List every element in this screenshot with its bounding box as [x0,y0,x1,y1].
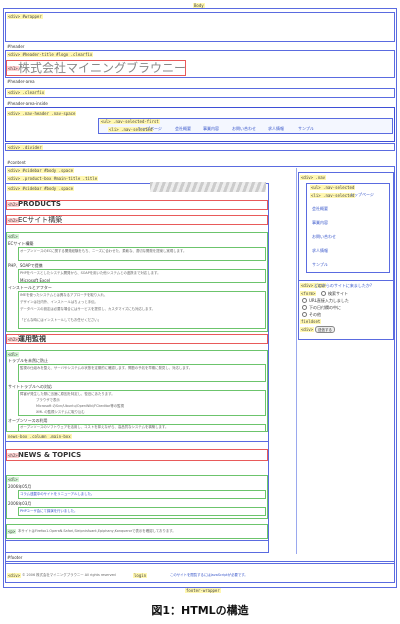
nav-item-2[interactable]: 事業内容 [203,126,219,132]
main-div-label: <div> .product-box #main-title .title [7,176,99,181]
footer-note: このサイトを閲覧するにはJavaScriptが必要です。 [170,573,248,577]
content-div-label: <div> #sidebar #body .space [7,168,75,173]
radio-label-2: 下の日付欄の中に [309,305,341,310]
dd-3: IMEを使ったシステムとは異なるアプローチを取り入れ、 [20,293,108,297]
dd-5c: Microsoft のSvn/Ubuntu/OpenWiki/FCkeditor… [36,404,124,408]
dt-6: オープンソースの利用 [8,418,48,423]
radio-label-0: 検索サイト [328,291,348,296]
global-nav-label: #header-area-inside [7,101,48,106]
radio-label-1: URL直接入力しました [309,298,349,303]
ec-heading: ECサイト構築 [18,216,63,224]
nav-item-1[interactable]: 会社概要 [175,126,191,132]
header-inner-label: <div> #header-title #logo .clearfix [7,52,94,57]
news-item-2[interactable]: PHPユーザ会にて講演を行いました。 [20,509,77,513]
nav-item-3[interactable]: お問い合わせ [232,126,256,132]
news-date-1: 2006年05月 [8,484,32,489]
sidebar-div-label: <div> .nav [300,175,327,180]
sec2-heading: 運用監視 [18,335,46,343]
header-label: #header [7,44,25,49]
radio-3[interactable] [302,312,307,317]
submit-button[interactable]: 送信する [315,326,335,333]
products-h2-label: <h2> [7,202,19,207]
sidebar-item-4[interactable]: 求人情報 [312,248,328,254]
sidebar-rule [296,168,297,554]
dt-4: トラブルを未然に防止 [8,358,48,363]
radio-1[interactable] [302,298,307,303]
footer-div-label: <div> [7,573,22,578]
sidebar-item-2[interactable]: 事業内容 [312,220,328,226]
sidebar-ul-label: <ul> .nav-selected [310,185,356,190]
news-date-2: 2006年03月 [8,501,32,506]
dd-3b: デザインは社内外、インストールはちょっと手伝。 [20,300,98,304]
clearfix-label: <div> .clearfix [7,90,46,95]
dd-3d: 「どんな時にはインストールしてもお任せください」 [20,318,102,322]
ec-h2-label: <h2> [7,218,19,223]
divider-label: <div> .divider [7,145,43,150]
dl-label-2: <dl> [7,352,19,357]
nav-ul-label: <ul> .nav-selected-first [100,119,160,124]
dd-4: 監視の仕組みを整え、サーバやシステムの状態を定期的に確認します。問題の予兆を早期… [20,366,193,370]
footer-box [5,561,395,583]
news-dl-label: <dl> [7,477,19,482]
dd-5: 障害が発生した際に迅速に原因を特定し、復旧にあたります。 [20,392,115,396]
radio-2[interactable] [302,305,307,310]
radio-0[interactable] [321,291,326,296]
dd-3c: データベースの設定は必要な場合にはサービスを提供し、カスタマイズにも対応します。 [20,307,156,311]
news-heading: NEWS & TOPICS [18,451,82,459]
sidebar-item-5[interactable]: サンプル [312,262,328,268]
fieldset-tag: fieldset [300,319,322,324]
content-label: #content [7,160,26,165]
footer-label: #footer [7,555,23,560]
divider-box [5,143,395,151]
dl-label-1: <dl> [7,234,19,239]
nav-div-label: <div> .nav-header .nav-space [7,111,77,116]
dd-5d: XML の監視システムに取り込む [36,410,85,414]
products-heading: PRODUCTS [18,200,61,208]
submit-div-label: <div> [300,327,315,332]
dt-5: サイトトラブルへの対応 [8,384,52,389]
dd-5b: ブラウザで表示 [36,398,60,402]
form-question: どこからのサイトに来ましたか? [314,283,373,288]
nav-item-5[interactable]: サンプル [298,126,314,132]
sec2-h2-label: <h2> [7,337,19,342]
wrapper-box [5,12,395,42]
sidebar-item-1[interactable]: 会社概要 [312,206,328,212]
news-h2-label: <h2> [7,453,19,458]
sidebar-li-label: <li> .nav-selected [310,193,356,198]
dd-2: PHPをベースとしたシステム開発から、SOAPを用いた他システムとの連携まで対応… [20,271,161,275]
wrapper-label: <div> #wrapper [7,14,43,19]
clearfix-box [5,88,395,98]
dd-2b: Microsoft Excel [20,278,51,283]
footer-wrap-label: footer-wrapper [185,588,221,593]
tested-p-label: <p> [7,529,17,534]
news-label: news-box .column .main-box [7,434,72,439]
logo-h1-label: <h1> [7,66,19,71]
body-label: Body [193,3,205,8]
footer-copyright: © 2006 株式会社マイニングブラウニー All rights reserve… [22,573,116,577]
figure-caption: 図1：HTMLの構造 [151,604,249,617]
company-logo: 株式会社マイニングブラウニー [18,61,187,75]
sidebar-item-0[interactable]: トップページ [350,192,374,198]
dd-6: オープンソースのソフトウェアを活用し、コストを抑えながら、高品質なシステムを構築… [20,425,169,429]
header-image [150,182,266,192]
news-item-1[interactable]: コラム連載中のサイトをリニューアルしました。 [20,492,94,496]
footer-login[interactable]: login [133,573,148,578]
fieldset-label: <form> [300,291,317,296]
radio-label-3: その他 [309,312,321,317]
dt-2: PHP、SOAPで提携 [8,263,43,268]
header-area-label: #header-area [7,79,35,84]
nav-item-0[interactable]: トップページ [138,126,162,132]
nav-item-4[interactable]: 求人情報 [268,126,284,132]
tested-text: 本サイトはFirefox1.OperaN.Safari,SleipnirAvan… [18,529,176,533]
dt-3: インストールとアフター [8,285,52,290]
dd-1: オープンソースのECに関する開発経験をもち、ニーズに合わせた、柔軟な、適切な開発… [20,249,187,253]
dt-1: ECサイト構築 [8,241,34,246]
main-inner-label: <div> #sidebar #body .space [7,186,75,191]
sidebar-item-3[interactable]: お問い合わせ [312,234,336,240]
